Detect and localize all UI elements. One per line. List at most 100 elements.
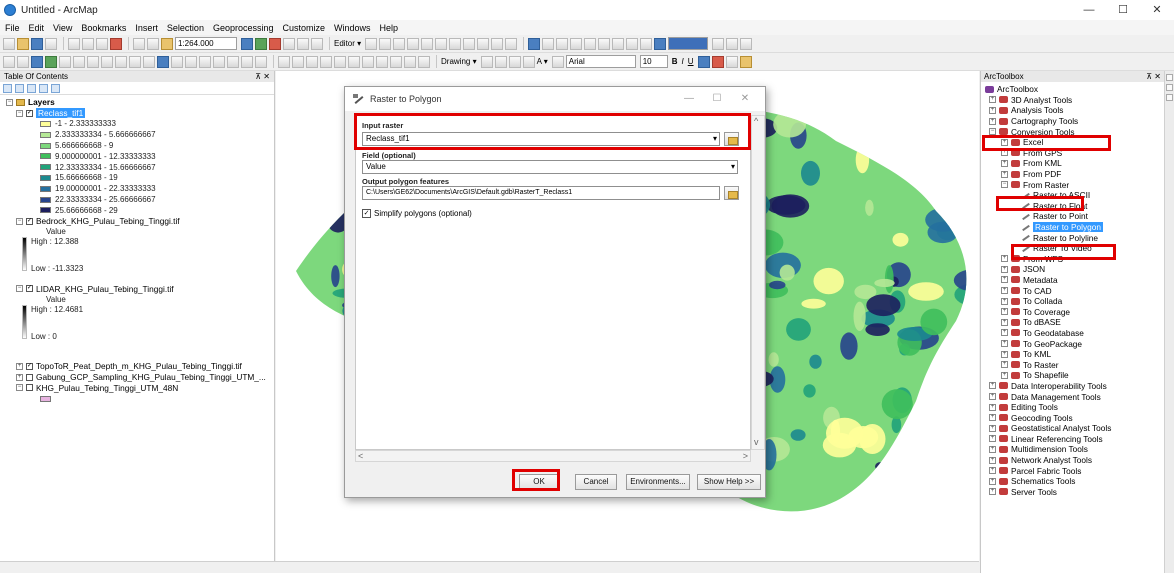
marker-color-icon[interactable] (739, 55, 752, 68)
toolset-after-3[interactable]: + To CAD (985, 285, 1164, 296)
identify-icon[interactable] (157, 55, 169, 68)
layer-name-topo[interactable]: TopoToR_Peat_Depth_m_KHG_Pulau_Tebing_Ti… (36, 361, 242, 371)
arctoolbox-root[interactable]: ArcToolbox (985, 84, 1164, 95)
snap-intersect-icon[interactable] (334, 55, 346, 68)
toolbox-bottom-8[interactable]: + Parcel Fabric Tools (985, 465, 1164, 476)
zoom-whole-page-icon[interactable] (508, 55, 521, 68)
expand-icon[interactable]: + (989, 106, 996, 114)
input-browse-folder-icon[interactable] (724, 132, 739, 146)
toolset-before-1[interactable]: + From GPS (985, 148, 1164, 159)
menu-customize[interactable]: Customize (283, 23, 326, 33)
simplify-polygons-checkbox[interactable]: ✓ Simplify polygons (optional) (362, 209, 472, 218)
dialog-maximize-button[interactable]: ☐ (703, 87, 731, 111)
layer-checkbox[interactable] (26, 384, 33, 392)
expand-icon[interactable]: + (989, 488, 996, 496)
tool-raster-5[interactable]: Raster To Video (985, 243, 1164, 254)
paste-icon[interactable] (96, 37, 108, 50)
snapping-icon[interactable] (556, 37, 569, 50)
collapse-icon[interactable]: − (989, 128, 996, 136)
toolset-after-9[interactable]: + To KML (985, 349, 1164, 360)
menu-help[interactable]: Help (380, 23, 399, 33)
attributes-icon[interactable] (477, 37, 490, 50)
toolset-after-0[interactable]: + From WFS (985, 254, 1164, 265)
toolbox-bottom-6[interactable]: + Multidimension Tools (985, 444, 1164, 455)
expand-icon[interactable]: + (1001, 265, 1008, 273)
layer-checkbox[interactable]: ✓ (26, 362, 33, 370)
toolbox-bottom-10[interactable]: + Server Tools (985, 487, 1164, 498)
expand-icon[interactable]: + (989, 414, 996, 422)
expand-icon[interactable]: + (1001, 287, 1008, 295)
expand-icon[interactable]: + (989, 424, 996, 432)
snap-tangent-icon[interactable] (362, 55, 374, 68)
toolset-before-3[interactable]: + From PDF (985, 169, 1164, 180)
expand-icon[interactable]: + (1001, 297, 1008, 305)
flicker-icon[interactable] (740, 37, 753, 50)
layer-reclass[interactable]: − ✓ Reclass_tif1 (6, 108, 274, 119)
swipe-icon[interactable] (726, 37, 739, 50)
layer-khg[interactable]: − KHG_Pulau_Tebing_Tinggi_UTM_48N (6, 383, 274, 394)
fill-color-icon[interactable] (711, 55, 724, 68)
layers-group[interactable]: − Layers (6, 97, 274, 108)
point-icon[interactable] (435, 37, 448, 50)
layer-name-gabung[interactable]: Gabung_GCP_Sampling_KHG_Pulau_Tebing_Tin… (36, 372, 266, 382)
expand-icon[interactable]: + (989, 393, 996, 401)
toolset-after-6[interactable]: + To dBASE (985, 317, 1164, 328)
field-dropdown[interactable]: Value ▾ (362, 160, 738, 174)
font-size-combobox[interactable]: 10 (639, 55, 668, 68)
layer-name-bedrock[interactable]: Bedrock_KHG_Pulau_Tebing_Tinggi.tif (36, 216, 180, 226)
pan-icon[interactable] (31, 55, 43, 68)
collapse-icon[interactable]: − (6, 98, 13, 106)
fixed-zoom-out-icon[interactable] (73, 55, 85, 68)
menu-edit[interactable]: Edit (29, 23, 45, 33)
toolbox-bottom-5[interactable]: + Linear Referencing Tools (985, 434, 1164, 445)
toolset-from-raster[interactable]: − From Raster (985, 179, 1164, 190)
report-icon[interactable] (626, 37, 639, 50)
toolbox-bottom-1[interactable]: + Data Management Tools (985, 391, 1164, 402)
spatial-adjust-icon[interactable] (570, 37, 583, 50)
expand-icon[interactable]: + (1001, 159, 1008, 167)
toolbox-1[interactable]: + Analysis Tools (985, 105, 1164, 116)
catalog-icon[interactable] (283, 37, 295, 50)
delete-icon[interactable] (110, 37, 122, 50)
input-raster-field[interactable]: Reclass_tif1 ▾ (362, 132, 720, 146)
menu-insert[interactable]: Insert (135, 23, 158, 33)
arctoolbox-pin-close[interactable]: ⊼ ✕ (1146, 72, 1161, 81)
undo-icon[interactable] (133, 37, 145, 50)
rectangle-icon[interactable] (522, 55, 535, 68)
split-icon[interactable] (449, 37, 462, 50)
expand-icon[interactable]: + (989, 456, 996, 464)
list-by-visibility-icon[interactable] (27, 83, 36, 93)
select-features-icon[interactable] (115, 55, 127, 68)
font-combobox[interactable]: Arial (565, 55, 636, 68)
fixed-zoom-in-icon[interactable] (59, 55, 71, 68)
show-help-button[interactable]: Show Help >> (697, 474, 761, 490)
toolbox-bottom-0[interactable]: + Data Interoperability Tools (985, 381, 1164, 392)
snap-point-icon[interactable] (278, 55, 290, 68)
ok-button[interactable]: OK (519, 474, 559, 490)
layer-bedrock[interactable]: − ✓ Bedrock_KHG_Pulau_Tebing_Tinggi.tif (6, 216, 274, 227)
rotate-draw-icon[interactable] (494, 55, 507, 68)
graph-icon[interactable] (612, 37, 625, 50)
close-button[interactable]: ✕ (1140, 0, 1174, 20)
dialog-vertical-scrollbar[interactable]: ^ v (751, 115, 765, 450)
georef-link-icon[interactable] (390, 55, 402, 68)
underline-button[interactable]: U (688, 57, 694, 66)
grid-icon[interactable] (640, 37, 653, 50)
scroll-up-icon[interactable]: ^ (754, 116, 758, 126)
snap-vertex-icon[interactable] (306, 55, 318, 68)
trace-icon[interactable] (421, 37, 434, 50)
time-slider-icon[interactable] (255, 55, 267, 68)
select-elements-draw-icon[interactable] (480, 55, 493, 68)
list-by-drawing-order-icon[interactable] (3, 83, 12, 93)
expand-icon[interactable]: + (989, 96, 996, 104)
list-by-selection-icon[interactable] (39, 83, 48, 93)
expand-icon[interactable]: + (1001, 340, 1008, 348)
toolset-before-0[interactable]: + Excel (985, 137, 1164, 148)
html-popup-icon[interactable] (185, 55, 197, 68)
layer-lidar[interactable]: − ✓ LIDAR_KHG_Pulau_Tebing_Tinggi.tif (6, 283, 274, 294)
scroll-right-icon[interactable]: > (743, 451, 748, 461)
georef-table-icon[interactable] (404, 55, 416, 68)
measure-icon[interactable] (199, 55, 211, 68)
menu-bookmarks[interactable]: Bookmarks (81, 23, 126, 33)
dialog-horizontal-scrollbar[interactable]: < > (355, 450, 751, 462)
